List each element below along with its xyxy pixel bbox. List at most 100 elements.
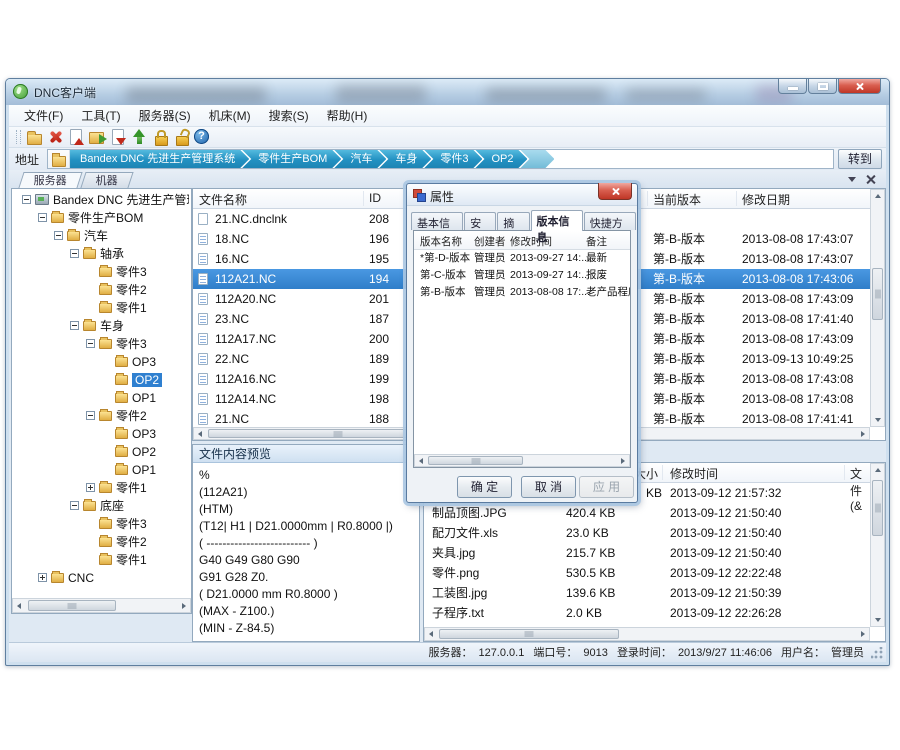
menu-item[interactable]: 帮助(H) (318, 105, 377, 126)
collapse-icon[interactable] (86, 411, 95, 420)
collapse-icon[interactable] (70, 321, 79, 330)
version-row[interactable]: *第-D-版本管理员2013-09-27 14:...最新 (414, 250, 630, 267)
upload-icon[interactable] (130, 128, 149, 146)
close-icon[interactable] (866, 174, 876, 184)
collapse-icon[interactable] (86, 339, 95, 348)
column-header-modified-time[interactable]: 修改时间 (670, 465, 718, 482)
glass-blur-artifact (626, 89, 706, 101)
maximize-button[interactable] (808, 79, 837, 94)
tree-item[interactable]: 零件2 (14, 407, 189, 425)
dialog-close-button[interactable] (598, 183, 632, 200)
column-header-version-name[interactable]: 版本名称 (420, 234, 462, 249)
menu-item[interactable]: 文件(F) (15, 105, 72, 126)
version-row[interactable]: 第-B-版本管理员2013-08-08 17:...老产品程序 (414, 284, 630, 301)
tree-item[interactable]: OP2 (14, 371, 189, 389)
attachments-horizontal-scrollbar[interactable] (424, 627, 870, 641)
expand-icon[interactable] (38, 573, 47, 582)
collapse-icon[interactable] (70, 249, 79, 258)
cancel-button[interactable]: 取 消 (521, 476, 576, 498)
breadcrumb-segment[interactable]: 零件生产BOM (242, 150, 341, 168)
tab-servers[interactable]: 服务器 (18, 172, 82, 188)
tree-item[interactable]: 零件3 (14, 515, 189, 533)
tree-item[interactable]: 零件3 (14, 263, 189, 281)
version-row[interactable]: 第-C-版本管理员2013-09-27 14:...报废 (414, 267, 630, 284)
attachment-row[interactable]: 制品顶图.JPG420.4 KB2013-09-12 21:50:40 (424, 503, 870, 523)
menu-item[interactable]: 搜索(S) (260, 105, 318, 126)
column-header-creator[interactable]: 创建者 (474, 234, 506, 249)
apply-button[interactable]: 应 用 (579, 476, 634, 498)
tree-item[interactable]: 零件2 (14, 533, 189, 551)
tab-machines[interactable]: 机器 (80, 172, 133, 188)
collapse-icon[interactable] (70, 501, 79, 510)
dialog-title-bar[interactable]: 属性 (407, 184, 637, 206)
dialog-tab[interactable]: 摘要 (497, 212, 529, 230)
column-header-modified-date[interactable]: 修改日期 (742, 191, 790, 208)
status-bar: 服务器：127.0.0.1 端口号：9013 登录时间：2013/9/27 11… (9, 642, 886, 662)
dialog-tab[interactable]: 基本信息 (411, 212, 463, 230)
attachment-row[interactable]: 工装图.jpg139.6 KB2013-09-12 21:50:39 (424, 583, 870, 603)
breadcrumb-segment[interactable]: OP2 (475, 150, 527, 168)
tree-item[interactable]: 汽车 (14, 227, 189, 245)
ok-button[interactable]: 确 定 (457, 476, 512, 498)
file-icon (198, 213, 208, 225)
tree-item[interactable]: OP2 (14, 443, 189, 461)
column-header-id[interactable]: ID (369, 191, 381, 205)
collapse-icon[interactable] (38, 213, 47, 222)
title-bar[interactable]: DNC客户端 (6, 79, 889, 105)
send-folder-icon[interactable] (88, 128, 107, 146)
delete-icon[interactable] (46, 128, 65, 146)
tree-item[interactable]: OP1 (14, 389, 189, 407)
tree-item[interactable]: 零件1 (14, 551, 189, 569)
breadcrumb-segment[interactable]: Bandex DNC 先进生产管理系统 (70, 150, 249, 168)
menu-item[interactable]: 机床(M) (200, 105, 260, 126)
help-icon[interactable] (193, 128, 212, 146)
menu-item[interactable]: 工具(T) (72, 105, 129, 126)
breadcrumb-segment[interactable]: 零件3 (424, 150, 482, 168)
tree-item[interactable]: 零件生产BOM (14, 209, 189, 227)
new-folder-icon[interactable] (25, 128, 44, 146)
tree-item[interactable]: 零件3 (14, 335, 189, 353)
attachments-vertical-scrollbar[interactable] (870, 463, 885, 627)
dialog-tab[interactable]: 安全 (464, 212, 496, 230)
tree-item[interactable]: OP1 (14, 461, 189, 479)
tree-item[interactable]: 轴承 (14, 245, 189, 263)
tree-item[interactable]: 零件1 (14, 299, 189, 317)
collapse-icon[interactable] (22, 195, 31, 204)
column-header-filename[interactable]: 文件名称 (199, 191, 247, 208)
tree-item[interactable]: 底座 (14, 497, 189, 515)
dialog-horizontal-scrollbar[interactable] (414, 454, 630, 467)
breadcrumb-segment[interactable]: 车身 (379, 150, 431, 168)
lock-icon[interactable] (151, 128, 170, 146)
tree-item[interactable]: OP3 (14, 353, 189, 371)
tree-horizontal-scrollbar[interactable] (12, 598, 191, 613)
tree-item-label: OP3 (132, 427, 156, 441)
attachment-row[interactable]: 子程序.txt2.0 KB2013-09-12 22:26:28 (424, 603, 870, 623)
tree-item[interactable]: CNC (14, 569, 189, 587)
attachment-row[interactable]: 零件.png530.5 KB2013-09-12 22:22:48 (424, 563, 870, 583)
minimize-button[interactable] (778, 79, 807, 94)
user-label: 用户名： (781, 647, 825, 659)
go-button[interactable]: 转到 (838, 149, 882, 169)
dialog-tab[interactable]: 版本信息 (531, 210, 583, 231)
menu-item[interactable]: 服务器(S) (130, 105, 200, 126)
tree-item[interactable]: 零件2 (14, 281, 189, 299)
tree-item[interactable]: 车身 (14, 317, 189, 335)
attachment-row[interactable]: 夹具.jpg215.7 KB2013-09-12 21:50:40 (424, 543, 870, 563)
tree-item[interactable]: Bandex DNC 先进生产管理系统 (14, 191, 189, 209)
expand-icon[interactable] (86, 483, 95, 492)
upload-file-icon[interactable] (67, 128, 86, 146)
file-list-vertical-scrollbar[interactable] (870, 189, 885, 427)
column-header-note[interactable]: 备注 (586, 234, 607, 249)
column-header-current-version[interactable]: 当前版本 (653, 191, 701, 208)
resize-grip[interactable] (871, 647, 883, 659)
close-button[interactable] (838, 79, 881, 94)
collapse-icon[interactable] (54, 231, 63, 240)
tree-item[interactable]: OP3 (14, 425, 189, 443)
dialog-tab[interactable]: 快捷方式 (584, 212, 636, 230)
attachment-row[interactable]: 配刀文件.xls23.0 KB2013-09-12 21:50:40 (424, 523, 870, 543)
tree-item[interactable]: 零件1 (14, 479, 189, 497)
breadcrumb-segment[interactable]: 汽车 (334, 150, 386, 168)
chevron-down-icon[interactable] (848, 177, 856, 182)
unlock-icon[interactable] (172, 128, 191, 146)
download-file-icon[interactable] (109, 128, 128, 146)
